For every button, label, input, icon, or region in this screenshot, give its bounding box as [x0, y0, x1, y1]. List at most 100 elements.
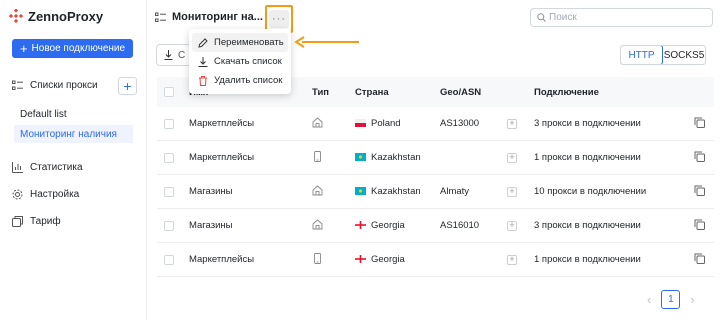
chart-icon — [12, 162, 23, 173]
sidebar-item-tariff[interactable]: Тариф — [12, 216, 61, 227]
cell-connection: 10 прокси в подключении — [534, 186, 647, 197]
column-header-geo: Geo/ASN — [440, 86, 482, 98]
cell-name: Маркетплейсы — [189, 254, 255, 265]
plus-icon: + — [123, 78, 132, 94]
cell-country: Georgia — [355, 254, 440, 265]
search-placeholder: Поиск — [549, 12, 577, 23]
country-label: Georgia — [371, 254, 405, 265]
table-row[interactable]: Магазины Georgia AS16010 +3 прокси в подклю… — [157, 209, 714, 243]
column-header-type: Тип — [312, 86, 330, 98]
page-header: Мониторинг на... — [155, 11, 263, 23]
cell-name: Маркетплейсы — [189, 152, 255, 163]
list-item-default[interactable]: Default list — [14, 105, 133, 123]
cell-name: Магазины — [189, 220, 233, 231]
cell-geo: AS13000 — [440, 118, 480, 129]
protocol-toggle: HTTP SOCKS5 — [620, 45, 706, 65]
country-label: Kazakhstan — [371, 152, 421, 163]
copy-icon[interactable] — [694, 253, 705, 267]
sidebar-item-label: Статистика — [30, 162, 83, 173]
row-checkbox[interactable] — [164, 118, 174, 129]
column-header-connection: Подключение — [534, 86, 599, 98]
list-icon — [12, 80, 23, 90]
phone-icon — [312, 150, 323, 165]
home-icon — [312, 184, 323, 199]
proxy-table: Имя Тип Страна Geo/ASN Подключение Марке… — [157, 77, 714, 277]
logo-text: ZennoProxy — [28, 8, 104, 24]
cell-connection: 1 прокси в подключении — [534, 152, 641, 163]
row-checkbox[interactable] — [164, 254, 174, 265]
page-title: Мониторинг на... — [172, 11, 263, 23]
menu-item-delete[interactable]: Удалить список — [189, 71, 291, 90]
cell-name: Маркетплейсы — [189, 118, 255, 129]
flag-icon — [355, 220, 371, 231]
add-geo-button[interactable]: + — [507, 152, 517, 163]
flag-icon — [355, 118, 371, 129]
cell-country: Poland — [355, 118, 440, 129]
cell-geo: AS16010 — [440, 220, 480, 231]
search-input[interactable]: Поиск — [530, 8, 713, 27]
sidebar-item-settings[interactable]: Настройка — [12, 189, 79, 200]
list-item-label: Default list — [20, 108, 67, 120]
row-checkbox[interactable] — [164, 220, 174, 231]
table-row[interactable]: Маркетплейсы Kazakhstan +1 прокси в подклю… — [157, 141, 714, 175]
copy-icon[interactable] — [694, 117, 705, 131]
next-page-button[interactable]: › — [690, 292, 694, 307]
download-icon — [198, 56, 208, 67]
select-all-checkbox[interactable] — [164, 87, 174, 97]
sidebar-item-proxy-lists[interactable]: Списки прокси — [12, 80, 98, 91]
home-icon — [312, 218, 323, 233]
new-connection-label: Новое подключение — [31, 43, 126, 54]
row-checkbox[interactable] — [164, 186, 174, 197]
pencil-icon — [198, 37, 208, 48]
annotation-arrow-icon — [294, 36, 359, 48]
pagination: ‹ 1 › — [647, 290, 695, 309]
sidebar: ZennoProxy + Новое подключение Списки пр… — [0, 0, 147, 320]
cell-connection: 3 прокси в подключении — [534, 118, 641, 129]
list-item-label: Мониторинг наличия — [20, 128, 117, 140]
phone-icon — [312, 252, 323, 267]
flag-icon — [355, 186, 371, 197]
add-geo-button[interactable]: + — [507, 254, 517, 265]
cell-connection: 1 прокси в подключении — [534, 254, 641, 265]
protocol-http[interactable]: HTTP — [621, 46, 663, 64]
menu-item-label: Удалить список — [214, 75, 283, 86]
search-icon — [537, 13, 546, 22]
wallet-icon — [12, 216, 23, 227]
sidebar-item-label: Списки прокси — [30, 80, 98, 91]
menu-item-rename[interactable]: Переименовать — [192, 33, 288, 52]
menu-item-download[interactable]: Скачать список — [189, 52, 291, 71]
add-geo-button[interactable]: + — [507, 118, 517, 129]
prev-page-button[interactable]: ‹ — [647, 292, 651, 307]
cell-country: Georgia — [355, 220, 440, 231]
list-item-monitoring[interactable]: Мониторинг наличия — [14, 125, 133, 143]
new-connection-button[interactable]: + Новое подключение — [12, 39, 133, 58]
download-label: С — [178, 49, 186, 61]
menu-item-label: Скачать список — [214, 56, 282, 67]
copy-icon[interactable] — [694, 151, 705, 165]
add-geo-button[interactable]: + — [507, 220, 517, 231]
table-row[interactable]: Маркетплейсы Poland AS13000 +3 прокси в под… — [157, 107, 714, 141]
download-icon — [164, 50, 173, 60]
flag-icon — [355, 254, 371, 265]
plus-icon: + — [19, 41, 28, 56]
protocol-socks5[interactable]: SOCKS5 — [663, 46, 705, 64]
row-checkbox[interactable] — [164, 152, 174, 163]
copy-icon[interactable] — [694, 185, 705, 199]
column-header-country: Страна — [355, 86, 389, 98]
home-icon — [312, 116, 323, 131]
sidebar-item-label: Настройка — [30, 189, 80, 200]
add-geo-button[interactable]: + — [507, 186, 517, 197]
list-icon — [155, 12, 166, 22]
cell-country: Kazakhstan — [355, 186, 440, 197]
add-list-button[interactable]: + — [118, 77, 137, 95]
table-row[interactable]: Магазины Kazakhstan Almaty +10 прокси в под… — [157, 175, 714, 209]
gear-icon — [12, 189, 23, 200]
trash-icon — [199, 75, 207, 86]
logo[interactable]: ZennoProxy — [9, 8, 103, 24]
flag-icon — [355, 152, 371, 163]
cell-geo: Almaty — [440, 186, 470, 197]
page-1-button[interactable]: 1 — [661, 290, 681, 309]
table-row[interactable]: Маркетплейсы Georgia +1 прокси в подключен… — [157, 243, 714, 277]
sidebar-item-statistics[interactable]: Статистика — [12, 162, 83, 173]
copy-icon[interactable] — [694, 219, 705, 233]
